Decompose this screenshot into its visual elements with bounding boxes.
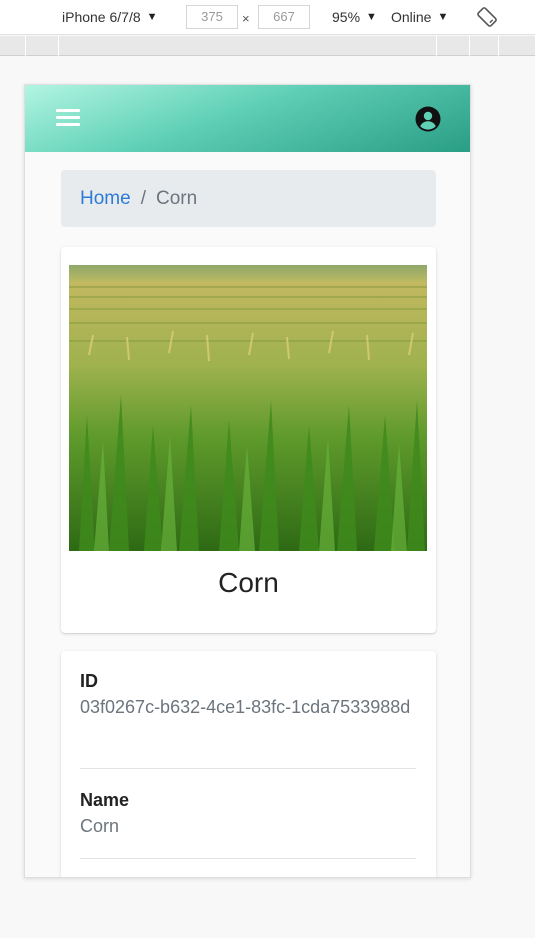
breadcrumb-separator: /: [140, 188, 146, 209]
name-label: Name: [80, 790, 130, 810]
chevron-down-icon: ▼: [146, 11, 158, 23]
ruler-segment: [58, 36, 59, 56]
ruler-segment: [469, 36, 470, 56]
throttle-value: Online: [391, 9, 432, 25]
app-bar: [25, 85, 470, 152]
network-throttle-select[interactable]: Online ▼: [391, 9, 448, 25]
device-name: iPhone 6/7/8: [62, 9, 141, 25]
divider: [80, 858, 416, 859]
crop-card: Corn: [61, 247, 436, 633]
media-query-ruler[interactable]: [0, 36, 535, 56]
name-value: Corn: [80, 816, 120, 836]
ruler-segment: [498, 36, 499, 56]
id-label: ID: [80, 671, 98, 691]
dimension-separator: ×: [242, 11, 250, 26]
divider: [80, 768, 416, 769]
name-field: Name Corn: [80, 788, 416, 840]
hamburger-menu-icon[interactable]: [56, 109, 80, 129]
breadcrumb: Home / Corn: [61, 170, 436, 227]
crop-title: Corn: [218, 567, 279, 598]
chevron-down-icon: ▼: [366, 11, 377, 23]
device-viewport: Home / Corn Corn ID 03f0267c-b632-4ce1-8…: [24, 84, 471, 878]
device-toolbar: iPhone 6/7/8 ▼ 375 × 667 95% ▼ Online ▼: [0, 0, 535, 35]
crop-details-card: ID 03f0267c-b632-4ce1-83fc-1cda7533988d …: [61, 651, 436, 877]
width-input[interactable]: 375: [186, 5, 238, 29]
device-select[interactable]: iPhone 6/7/8 ▼: [62, 9, 158, 25]
id-value: 03f0267c-b632-4ce1-83fc-1cda7533988d: [80, 697, 411, 717]
id-field: ID 03f0267c-b632-4ce1-83fc-1cda7533988d: [80, 669, 416, 721]
corn-field-photo: [69, 265, 427, 551]
rotate-device-icon[interactable]: [476, 6, 498, 28]
chevron-down-icon: ▼: [437, 11, 449, 23]
account-circle-icon[interactable]: [415, 106, 441, 132]
zoom-select[interactable]: 95% ▼: [332, 9, 377, 25]
ruler-segment: [25, 36, 26, 56]
breadcrumb-home-link[interactable]: Home: [80, 188, 131, 209]
zoom-value: 95%: [332, 9, 361, 25]
ruler-segment: [436, 36, 437, 56]
height-input[interactable]: 667: [258, 5, 310, 29]
breadcrumb-current: Corn: [155, 188, 198, 209]
